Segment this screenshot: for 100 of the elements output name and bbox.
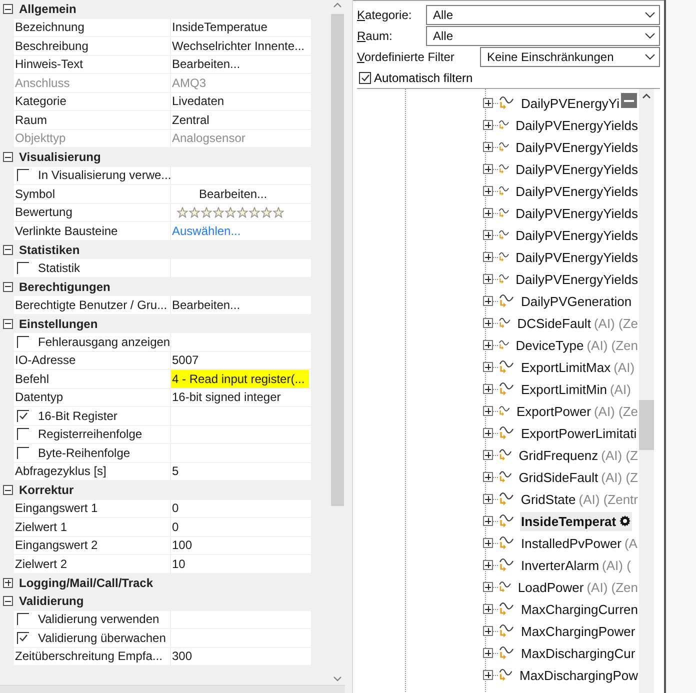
expand-icon[interactable]	[483, 208, 493, 218]
expand-icon[interactable]	[483, 560, 493, 570]
expand-icon[interactable]	[483, 648, 493, 658]
property-value[interactable]: 0	[171, 520, 179, 534]
tree-item[interactable]: DCSideFault (AI) (Ze	[516, 314, 639, 332]
expand-icon[interactable]	[483, 340, 493, 350]
collapse-icon[interactable]	[3, 4, 13, 14]
tree-item[interactable]: DailyPVEnergyYields	[514, 138, 639, 156]
tree-item[interactable]: GridFrequenz (AI) (Z	[518, 446, 639, 464]
expand-icon[interactable]	[483, 252, 493, 262]
tree-item[interactable]: MaxChargingPower	[520, 622, 636, 640]
expand-icon[interactable]	[483, 406, 493, 416]
expand-icon[interactable]	[483, 450, 493, 460]
expand-icon[interactable]	[483, 362, 493, 372]
tree-item[interactable]: DailyPVEnergyYields	[514, 204, 639, 222]
property-value[interactable]: 100	[171, 538, 192, 552]
collapse-icon[interactable]	[3, 485, 13, 496]
checkbox[interactable]	[17, 336, 29, 348]
filter-dropdown[interactable]: Alle	[426, 5, 660, 25]
tree-item[interactable]: MaxDischargingCur	[520, 644, 636, 662]
checkbox[interactable]	[17, 446, 29, 459]
collapse-icon[interactable]	[3, 596, 13, 606]
expand-icon[interactable]	[483, 582, 493, 592]
scrollbar[interactable]	[639, 89, 654, 693]
tree-item[interactable]: MaxChargingCurren	[520, 600, 639, 618]
expand-icon[interactable]	[483, 186, 493, 196]
tree-item[interactable]: DeviceType (AI) (Zen	[514, 336, 639, 354]
checkbox[interactable]	[17, 169, 29, 182]
tree-item[interactable]: InstalledPvPower (A	[520, 534, 638, 552]
tree-item[interactable]: ExportPowerLimitati	[520, 424, 638, 442]
tree-item[interactable]: DailyPVEnergyYields	[514, 182, 639, 200]
sensor-wave-icon	[498, 623, 516, 639]
collapse-icon[interactable]	[3, 244, 13, 255]
expand-icon[interactable]	[483, 472, 493, 482]
tree-item[interactable]: InsideTemperat	[520, 512, 632, 530]
sensor-wave-icon	[498, 601, 516, 617]
property-label: Byte-Reihenfolge	[37, 446, 130, 460]
expand-icon[interactable]	[483, 164, 493, 174]
collapse-icon[interactable]	[3, 282, 13, 292]
property-label: In Visualisierung verwe...	[37, 168, 172, 182]
scrollbar-thumb[interactable]	[639, 400, 654, 450]
expand-icon[interactable]	[483, 604, 493, 614]
tree-item[interactable]: DailyPVEnergyYields	[514, 248, 639, 266]
scrollbar-thumb[interactable]	[331, 14, 344, 506]
sensor-wave-icon	[498, 513, 516, 529]
tree-item[interactable]: LoadPower (AI) (Zen	[516, 578, 639, 596]
tree-item[interactable]: DailyPVEnergyYi	[520, 94, 621, 112]
tree-item[interactable]: InverterAlarm (AI) (	[520, 556, 632, 574]
checkbox[interactable]	[17, 632, 29, 644]
tree-item[interactable]: GridState (AI) (Zentr	[520, 490, 639, 508]
remove-button[interactable]	[621, 93, 637, 108]
property-value[interactable]: 300	[171, 649, 192, 664]
expand-icon[interactable]	[483, 516, 493, 526]
tree-item[interactable]: DailyPVEnergyYields	[514, 226, 639, 244]
expand-icon[interactable]	[483, 626, 493, 636]
expand-icon[interactable]	[3, 578, 13, 588]
expand-icon[interactable]	[483, 428, 493, 438]
scroll-up-icon[interactable]	[642, 93, 651, 99]
auto-filter-checkbox[interactable]: Automatisch filtern	[357, 68, 660, 88]
property-value[interactable]: 10	[171, 556, 186, 571]
expand-icon[interactable]	[483, 670, 493, 680]
property-label: Eingangswert 1	[14, 501, 98, 516]
checkbox[interactable]	[17, 410, 29, 422]
star-icon	[261, 206, 272, 218]
tree-item[interactable]: ExportPower (AI) (Ze	[516, 402, 639, 420]
star-rating[interactable]	[177, 206, 284, 218]
checkbox[interactable]	[359, 72, 371, 84]
collapse-icon[interactable]	[3, 318, 13, 329]
expand-icon[interactable]	[483, 318, 493, 328]
expand-icon[interactable]	[483, 384, 493, 394]
tree-item[interactable]: GridSideFault (AI) (Z	[518, 468, 639, 486]
expand-icon[interactable]	[483, 120, 493, 130]
filter-dropdown[interactable]: Alle	[426, 26, 660, 46]
checkbox[interactable]	[17, 613, 29, 626]
filter-dropdown[interactable]: Keine Einschränkungen	[480, 47, 660, 67]
tree-item[interactable]: DailyPVEnergyYields	[514, 116, 639, 134]
expand-icon[interactable]	[483, 296, 493, 306]
horizontal-scrollbar[interactable]	[0, 685, 345, 693]
tree-item[interactable]: DailyPVEnergyYields	[514, 160, 639, 178]
property-label: Validierung verwenden	[37, 612, 160, 626]
property-value[interactable]: 5	[171, 464, 179, 478]
tree-item[interactable]: DailyPVEnergyYields	[514, 270, 639, 288]
property-label: Anschluss	[14, 76, 70, 90]
collapse-icon[interactable]	[3, 152, 13, 162]
checkbox[interactable]	[17, 262, 29, 274]
property-value[interactable]: 4 - Read input register(...	[171, 370, 309, 388]
expand-icon[interactable]	[483, 538, 493, 548]
expand-icon[interactable]	[483, 274, 493, 284]
expand-icon[interactable]	[483, 230, 493, 240]
expand-icon[interactable]	[483, 142, 493, 152]
expand-icon[interactable]	[483, 98, 493, 108]
expand-icon[interactable]	[483, 494, 493, 504]
tree-item[interactable]: DailyPVGeneration	[520, 292, 633, 310]
property-value[interactable]: 0	[171, 501, 179, 516]
tree-item[interactable]: ExportLimitMin (AI)	[520, 380, 632, 398]
checkbox[interactable]	[17, 428, 29, 440]
property-value[interactable]: 5007	[171, 353, 199, 368]
property-label: Hinweis-Text	[14, 57, 84, 72]
tree-item[interactable]: ExportLimitMax (AI)	[520, 358, 636, 376]
tree-item[interactable]: MaxDischargingPow	[518, 666, 639, 684]
